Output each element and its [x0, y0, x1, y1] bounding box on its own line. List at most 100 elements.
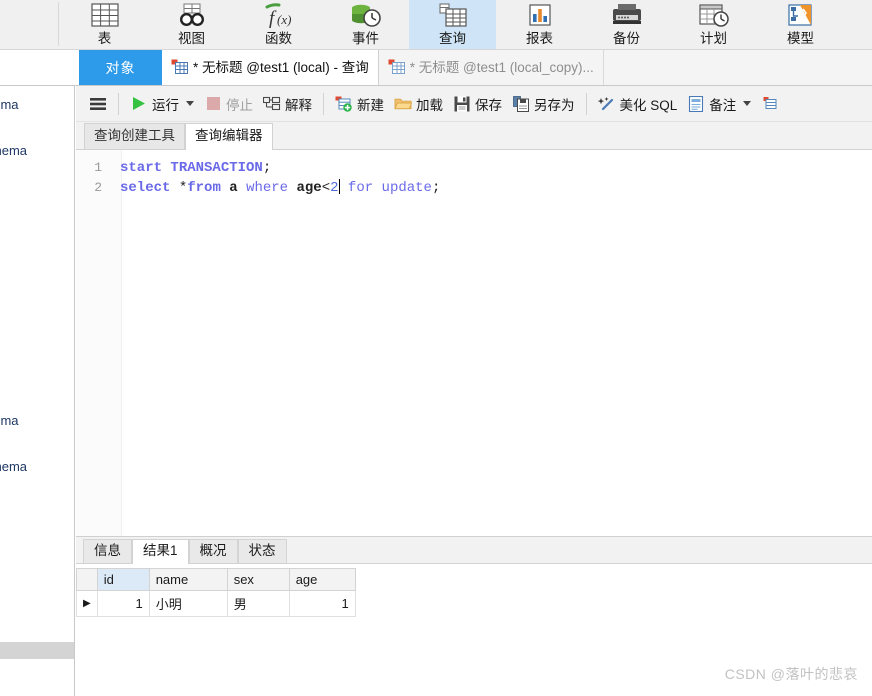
more-tools-icon [761, 95, 779, 113]
ribbon-item-query[interactable]: 查询 [409, 0, 496, 49]
ribbon-item-report[interactable]: 报表 [496, 0, 583, 49]
doc-tab-label: * 无标题 @test1 (local) - 查询 [193, 59, 369, 75]
tab-objects[interactable]: 对象 [79, 50, 162, 85]
run-dropdown-caret-icon[interactable] [186, 101, 194, 106]
query-toolbar: 运行 停止 解释 新建 加载 保存 另存为 美化 SQL 备注 [76, 86, 872, 122]
load-label: 加载 [416, 97, 443, 113]
beautify-sql-button[interactable]: 美化 SQL [593, 89, 683, 119]
toolbar-separator-1 [118, 92, 119, 115]
subtab-query-builder[interactable]: 查询创建工具 [84, 123, 185, 149]
query-subtabs: 查询创建工具 查询编辑器 [76, 122, 872, 150]
stop-icon [204, 95, 222, 113]
ribbon-item-schedule[interactable]: 计划 [670, 0, 757, 49]
sql-editor[interactable]: 1 start TRANSACTION; 2 select *from a wh… [76, 150, 872, 536]
tabstrip-filler [603, 50, 872, 85]
save-as-button[interactable]: 另存为 [507, 89, 580, 119]
toolbar-separator-2 [323, 92, 324, 115]
sidebar-item-3[interactable]: chema [0, 459, 27, 474]
column-header-sex[interactable]: sex [226, 568, 290, 591]
result-tab-info-label: 信息 [94, 543, 121, 558]
cell-sex[interactable]: 男 [226, 590, 290, 617]
ribbon-item-view[interactable]: 视图 [148, 0, 235, 49]
report-icon [520, 2, 560, 30]
ribbon-left-spacer [0, 0, 58, 49]
ribbon-item-table[interactable]: 表 [61, 0, 148, 49]
result-tab-result1[interactable]: 结果1 [132, 539, 189, 564]
ribbon-item-backup[interactable]: 备份 [583, 0, 670, 49]
subtab-query-editor[interactable]: 查询编辑器 [185, 123, 273, 150]
new-button[interactable]: 新建 [330, 89, 389, 119]
ribbon-label-event: 事件 [352, 31, 379, 46]
note-dropdown-caret-icon[interactable] [743, 101, 752, 106]
run-icon [130, 95, 148, 113]
result-tab-profile-label: 概况 [199, 543, 227, 558]
result-tab-profile[interactable]: 概况 [188, 539, 238, 563]
ribbon-label-backup: 备份 [613, 31, 640, 46]
column-header-id[interactable]: id [96, 568, 150, 591]
hamburger-icon [89, 95, 107, 113]
note-button[interactable]: 备注 [682, 89, 756, 119]
ribbon-label-function: 函数 [265, 31, 292, 46]
editor-gutter [76, 150, 122, 536]
sidebar-horizontal-scrollbar[interactable] [0, 642, 74, 659]
new-icon [335, 95, 353, 113]
cell-id[interactable]: 1 [96, 590, 150, 617]
explain-label: 解释 [285, 97, 312, 113]
query-document-icon-2 [388, 59, 405, 77]
ribbon-label-model: 模型 [787, 31, 814, 46]
results-tabbar: 信息 结果1 概况 状态 [76, 537, 872, 564]
subtab-query-builder-label: 查询创建工具 [94, 128, 175, 143]
explain-icon [263, 95, 281, 113]
row-marker-icon: ▶ [76, 590, 98, 617]
sidebar-item-2[interactable]: hema [0, 413, 19, 428]
ribbon-item-event[interactable]: 事件 [322, 0, 409, 49]
ribbon-divider [58, 2, 59, 46]
run-label: 运行 [152, 97, 179, 113]
svg-text:f: f [269, 8, 277, 29]
results-grid[interactable]: id name sex age ▶ 1 小明 男 1 [76, 568, 356, 617]
result-tab-result1-label: 结果1 [143, 543, 178, 558]
ribbon-label-query: 查询 [439, 31, 466, 46]
save-as-label: 另存为 [534, 97, 575, 113]
tab-objects-label: 对象 [105, 59, 136, 76]
load-icon [394, 95, 412, 113]
watermark: CSDN @落叶的悲哀 [724, 666, 858, 682]
cell-age[interactable]: 1 [288, 590, 356, 617]
ribbon-item-model[interactable]: 模型 [757, 0, 844, 49]
cell-name[interactable]: 小明 [148, 590, 228, 617]
sql-code[interactable]: 1 start TRANSACTION; 2 select *from a wh… [76, 158, 872, 198]
navicat-window: 表 视图 f (x) 函数 事件 查询 报表 备份 计划 模型 对象 * 无标题… [0, 0, 872, 696]
ribbon-label-schedule: 计划 [700, 31, 727, 46]
hamburger-menu-button[interactable] [84, 89, 112, 119]
view-icon [172, 2, 212, 30]
sidebar-item-1[interactable]: chema [0, 143, 27, 158]
grid-corner-cell [76, 568, 98, 591]
beautify-icon [597, 95, 616, 113]
model-icon [781, 2, 821, 30]
query-document-icon [171, 59, 188, 77]
backup-icon [607, 2, 647, 30]
column-header-name[interactable]: name [148, 568, 228, 591]
schedule-icon [694, 2, 734, 30]
object-sidebar[interactable]: hema chema hema chema [0, 86, 75, 696]
column-header-age[interactable]: age [288, 568, 356, 591]
doc-tab-query-local[interactable]: * 无标题 @test1 (local) - 查询 [162, 50, 379, 85]
result-tab-info[interactable]: 信息 [83, 539, 132, 563]
sidebar-item-0[interactable]: hema [0, 97, 19, 112]
ribbon-label-table: 表 [97, 31, 112, 46]
ribbon-label-report: 报表 [526, 31, 553, 46]
ribbon-item-function[interactable]: f (x) 函数 [235, 0, 322, 49]
doc-tab-query-localcopy[interactable]: * 无标题 @test1 (local_copy)... [378, 50, 604, 85]
note-label: 备注 [709, 97, 737, 113]
save-label: 保存 [475, 97, 502, 113]
save-button[interactable]: 保存 [448, 89, 507, 119]
result-tab-status[interactable]: 状态 [237, 539, 287, 563]
subtab-query-editor-label: 查询编辑器 [195, 128, 263, 143]
run-button[interactable]: 运行 [125, 89, 199, 119]
load-button[interactable]: 加载 [389, 89, 448, 119]
overflow-button[interactable] [756, 89, 784, 119]
code-line-1-text: start TRANSACTION; [120, 160, 272, 176]
table-row[interactable]: ▶ 1 小明 男 1 [76, 590, 356, 617]
explain-button[interactable]: 解释 [258, 89, 317, 119]
note-icon [687, 95, 705, 113]
